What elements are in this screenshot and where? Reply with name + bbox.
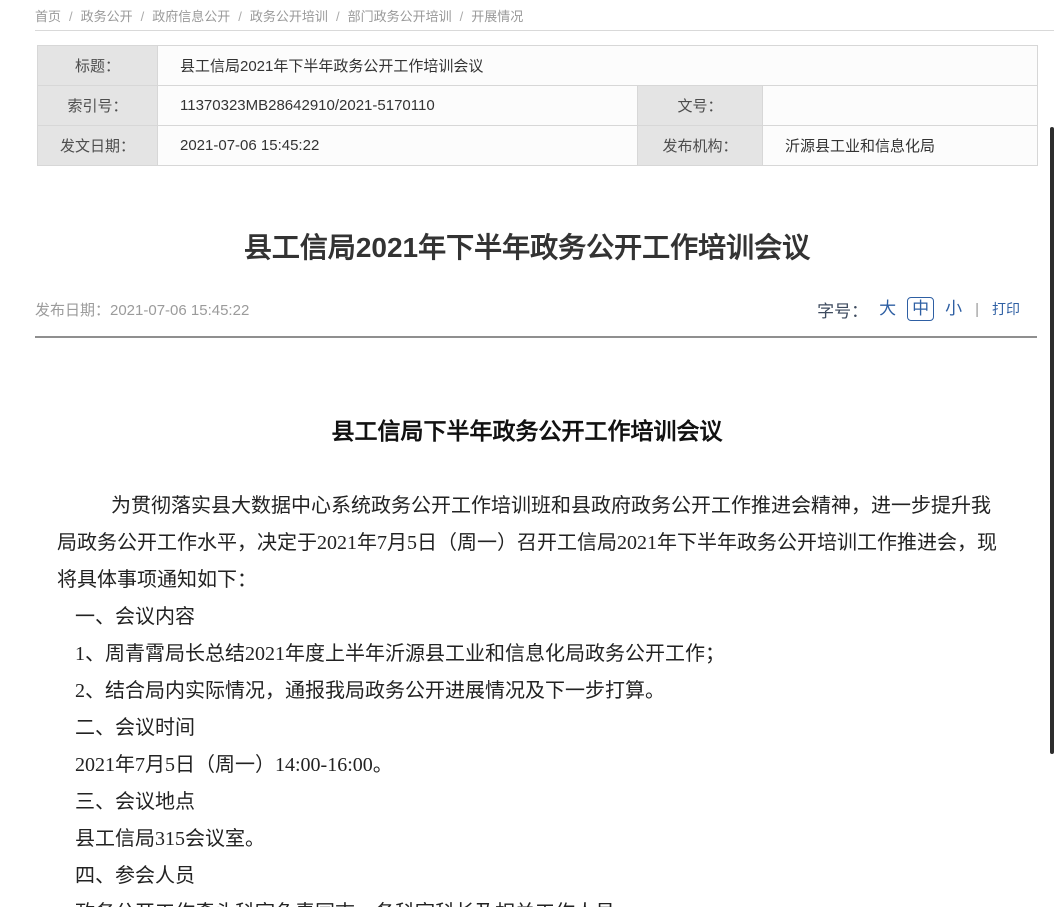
article-line-section-1: 一、会议内容 [57,599,997,636]
font-size-label: 字号： [817,297,868,322]
breadcrumb-separator: / [69,9,73,24]
article-line-section-3: 三、会议地点 [57,784,997,821]
breadcrumb-item-peixun[interactable]: 政务公开培训 [250,9,328,24]
breadcrumb-item-xinxigongkai[interactable]: 政府信息公开 [152,9,230,24]
breadcrumb-divider [35,30,1054,31]
article-line-item-1: 1、周青霄局长总结2021年度上半年沂源县工业和信息化局政务公开工作； [57,636,997,673]
publish-info-bar: 发布日期：2021-07-06 15:45:22 字号： 大 中 小 | 打印 [35,296,1020,322]
meta-row-date: 发文日期： 2021-07-06 15:45:22 发布机构： 沂源县工业和信息… [38,126,1038,166]
breadcrumb-item-home[interactable]: 首页 [35,9,61,24]
breadcrumb-separator: / [336,9,340,24]
breadcrumb-item-kaizhan[interactable]: 开展情况 [471,9,523,24]
breadcrumb-item-bumen-peixun[interactable]: 部门政务公开培训 [348,9,452,24]
divider: | [975,301,979,318]
breadcrumb-separator: / [460,9,464,24]
article-line-attendees: 政务公开工作牵头科室负责同志，各科室科长及相关工作人员。 [57,895,997,907]
article-line-meeting-place: 县工信局315会议室。 [57,821,997,858]
scrollbar-thumb[interactable] [1050,127,1054,754]
font-size-controls: 字号： 大 中 小 | 打印 [817,297,1020,322]
content-divider [35,336,1037,338]
meta-row-index: 索引号： 11370323MB28642910/2021-5170110 文号： [38,86,1038,126]
meta-date-label: 发文日期： [38,126,158,166]
article-line-item-2: 2、结合局内实际情况，通报我局政务公开进展情况及下一步打算。 [57,673,997,710]
breadcrumb-separator: / [238,9,242,24]
meta-docnum-label: 文号： [638,86,763,126]
font-size-medium-button[interactable]: 中 [907,297,934,321]
meta-title-label: 标题： [38,46,158,86]
meta-agency-label: 发布机构： [638,126,763,166]
meta-row-title: 标题： 县工信局2021年下半年政务公开工作培训会议 [38,46,1038,86]
font-size-small-button[interactable]: 小 [941,298,966,320]
print-button[interactable]: 打印 [992,299,1020,319]
article-paragraph: 为贯彻落实县大数据中心系统政务公开工作培训班和县政府政务公开工作推进会精神，进一… [57,488,997,599]
font-size-large-button[interactable]: 大 [875,298,900,320]
article-heading: 县工信局下半年政务公开工作培训会议 [57,412,997,446]
breadcrumb-separator: / [141,9,145,24]
meta-index-value: 11370323MB28642910/2021-5170110 [158,86,638,126]
meta-title-value: 县工信局2021年下半年政务公开工作培训会议 [158,46,1038,86]
document-meta-table: 标题： 县工信局2021年下半年政务公开工作培训会议 索引号： 11370323… [37,45,1038,166]
meta-date-value: 2021-07-06 15:45:22 [158,126,638,166]
page-title: 县工信局2021年下半年政务公开工作培训会议 [0,226,1054,266]
meta-agency-value: 沂源县工业和信息化局 [763,126,1038,166]
article-line-section-2: 二、会议时间 [57,710,997,747]
meta-index-label: 索引号： [38,86,158,126]
breadcrumb: 首页 / 政务公开 / 政府信息公开 / 政务公开培训 / 部门政务公开培训 / 开展情况 [35,6,523,25]
article-body: 县工信局下半年政务公开工作培训会议 为贯彻落实县大数据中心系统政务公开工作培训班… [57,360,997,907]
page: 首页 / 政务公开 / 政府信息公开 / 政务公开培训 / 部门政务公开培训 / 开展情况 标题： … [0,0,1054,907]
breadcrumb-item-zhengwugongkai[interactable]: 政务公开 [81,9,133,24]
article-line-section-4: 四、参会人员 [57,858,997,895]
article-line-meeting-time: 2021年7月5日（周一）14:00-16:00。 [57,747,997,784]
meta-docnum-value [763,86,1038,126]
publish-date: 发布日期：2021-07-06 15:45:22 [35,299,249,320]
